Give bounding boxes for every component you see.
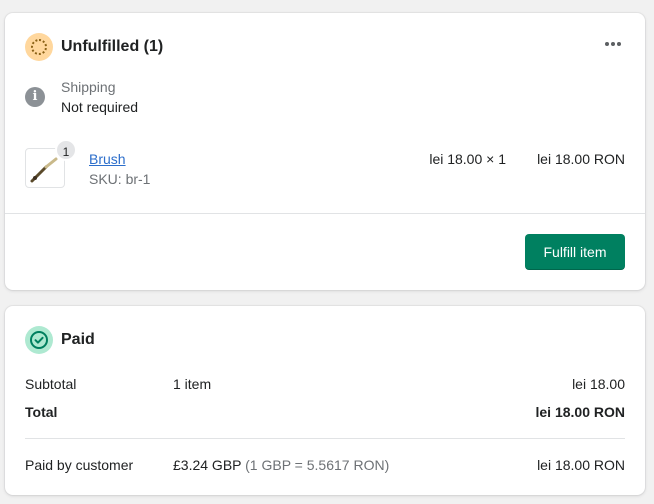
unfulfilled-status-icon (25, 33, 53, 61)
paid-title: Paid (61, 331, 95, 348)
product-link[interactable]: Brush (89, 151, 126, 167)
paid-amount: £3.24 GBP (173, 457, 242, 473)
subtotal-count: 1 item (173, 376, 212, 392)
paid-by-customer-label: Paid by customer (25, 457, 134, 473)
subtotal-label: Subtotal (25, 376, 77, 392)
info-icon: i (25, 87, 45, 107)
total-label: Total (25, 404, 58, 420)
paid-amount-row: £3.24 GBP (1 GBP = 5.5617 RON) (173, 457, 389, 473)
product-sku: SKU: br-1 (89, 171, 151, 187)
paid-status-icon (25, 326, 53, 354)
fulfill-item-button[interactable]: Fulfill item (525, 234, 625, 270)
shipping-value: Not required (61, 99, 139, 115)
total-value: lei 18.00 RON (535, 404, 626, 420)
card-divider (5, 213, 645, 214)
paid-value: lei 18.00 RON (537, 457, 625, 473)
payment-card: Paid Subtotal 1 item lei 18.00 Total lei… (5, 306, 645, 495)
quantity-badge: 1 (55, 139, 77, 161)
payment-divider (25, 438, 625, 439)
check-circle-icon (30, 331, 48, 349)
exchange-rate: (1 GBP = 5.5617 RON) (245, 457, 390, 473)
unfulfilled-title: Unfulfilled (1) (61, 38, 164, 55)
line-total: lei 18.00 RON (537, 151, 625, 167)
more-horizontal-icon[interactable] (603, 37, 623, 51)
subtotal-value: lei 18.00 (572, 376, 625, 392)
unit-price: lei 18.00 × 1 (429, 151, 506, 167)
unfulfilled-card: Unfulfilled (1) i Shipping Not required … (5, 13, 645, 290)
shipping-label: Shipping (61, 79, 116, 95)
